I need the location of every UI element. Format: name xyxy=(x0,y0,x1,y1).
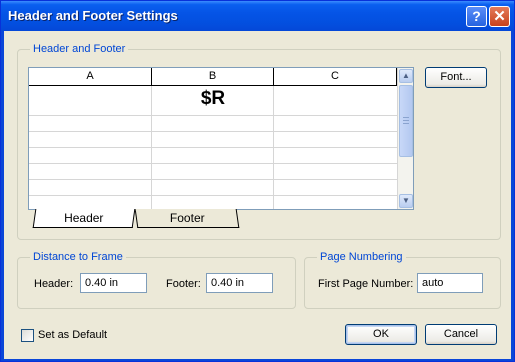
scroll-up-button[interactable]: ▲ xyxy=(399,69,413,83)
grid-line xyxy=(29,179,397,180)
help-icon: ? xyxy=(472,8,481,24)
first-page-number-label: First Page Number: xyxy=(318,278,414,290)
header-distance-label: Header: xyxy=(34,278,74,290)
scroll-down-button[interactable]: ▼ xyxy=(399,194,413,208)
grid-line xyxy=(29,131,397,132)
header-footer-group-label: Header and Footer xyxy=(30,43,129,56)
dialog-client: Header and Footer A B C $R ▲ ▼ Footer He… xyxy=(4,31,511,359)
header-distance-input[interactable]: 0.40 in xyxy=(80,273,147,293)
page-numbering-group-label: Page Numbering xyxy=(317,251,406,264)
title-bar[interactable]: Header and Footer Settings ? ✕ xyxy=(1,1,514,31)
help-button[interactable]: ? xyxy=(466,6,487,27)
footer-distance-input[interactable]: 0.40 in xyxy=(206,273,273,293)
first-page-number-input[interactable]: auto xyxy=(417,273,483,293)
column-header-c[interactable]: C xyxy=(274,68,397,86)
dialog-window: Header and Footer Settings ? ✕ Header an… xyxy=(0,0,515,362)
grid-line xyxy=(29,195,397,196)
vertical-scrollbar[interactable]: ▲ ▼ xyxy=(397,68,413,209)
window-title: Header and Footer Settings xyxy=(8,8,178,23)
cancel-button[interactable]: Cancel xyxy=(425,324,497,345)
header-footer-tabs: Footer Header xyxy=(28,209,248,229)
scroll-up-icon: ▲ xyxy=(402,71,410,80)
grip-line xyxy=(403,117,409,118)
scroll-thumb[interactable] xyxy=(399,85,413,157)
tab-footer[interactable]: Footer xyxy=(134,209,240,228)
close-icon: ✕ xyxy=(493,8,506,25)
scroll-down-icon: ▼ xyxy=(402,196,410,205)
tab-header[interactable]: Header xyxy=(32,209,136,228)
set-as-default-checkbox[interactable] xyxy=(21,329,34,342)
grid-line xyxy=(29,115,397,116)
grip-line xyxy=(403,120,409,121)
font-button[interactable]: Font... xyxy=(425,67,487,88)
set-as-default-label: Set as Default xyxy=(38,329,108,341)
footer-distance-label: Footer: xyxy=(166,278,201,290)
header-footer-grid[interactable]: A B C $R ▲ ▼ xyxy=(28,67,414,210)
column-header-a[interactable]: A xyxy=(29,68,152,86)
ok-button[interactable]: OK xyxy=(345,324,417,345)
grid-line xyxy=(29,147,397,148)
grip-line xyxy=(403,123,409,124)
column-header-b[interactable]: B xyxy=(152,68,274,86)
distance-group-label: Distance to Frame xyxy=(30,251,126,264)
header-cell-b[interactable]: $R xyxy=(152,87,274,111)
close-button[interactable]: ✕ xyxy=(489,6,510,27)
grid-line xyxy=(29,163,397,164)
